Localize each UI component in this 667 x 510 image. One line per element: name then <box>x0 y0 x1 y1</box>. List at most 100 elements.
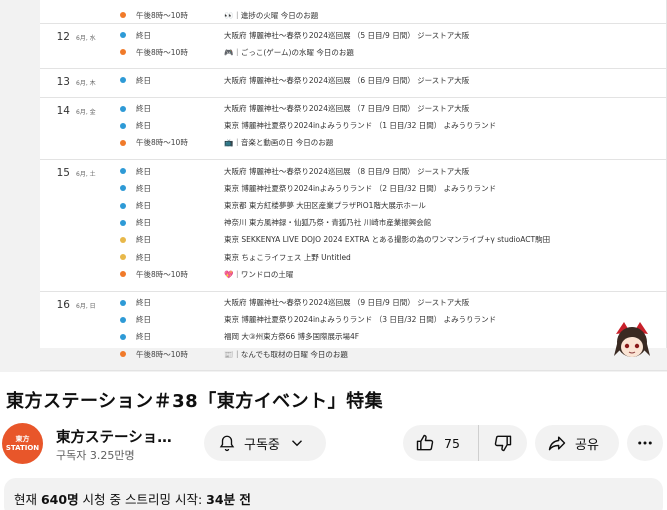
viewers-prefix: 현재 <box>14 492 41 507</box>
calendar-event[interactable]: 午後8時〜10時 👀｜進捗の火曜 今日のお題 <box>120 6 318 24</box>
more-actions-button[interactable] <box>627 425 663 461</box>
calendar-event[interactable]: 午後8時〜10時 💖｜ワンドロの土曜 <box>120 265 293 283</box>
event-color-dot <box>120 299 126 306</box>
event-title: 🎮｜ごっこ(ゲーム)の水曜 今日のお題 <box>224 47 354 57</box>
event-title: 東京 博麗神社夏祭り2024inよみうりランド （2 日目/32 日間） よみう… <box>224 183 497 193</box>
calendar-event[interactable]: 終日 大阪府 博麗神社〜春祭り2024巡回展 （9 日目/9 日間） ジーストア大… <box>120 294 469 312</box>
day-number: 15 <box>56 167 70 180</box>
calendar-event[interactable]: 終日 大阪府 博麗神社〜春祭り2024巡回展 （7 日目/9 日間） ジーストア大… <box>120 100 469 118</box>
event-color-dot <box>120 12 126 18</box>
event-time: 終日 <box>136 218 151 228</box>
stream-started-ago: 34분 전 <box>206 492 251 507</box>
event-time: 終日 <box>136 252 151 262</box>
avatar-line2: STATION <box>5 443 40 452</box>
calendar-event[interactable]: 終日 大阪府 博麗神社〜春祭り2024巡回展 （5 日目/9 日間） ジーストア大… <box>120 26 469 44</box>
day-weekday: 6月, 水 <box>76 35 96 42</box>
subscribed-button[interactable]: 구독중 <box>204 425 326 461</box>
event-time: 終日 <box>136 166 151 176</box>
calendar-event[interactable]: 終日 東京都 東方紅楼夢夢 大田区産業プラザPiO1階大展示ホール <box>120 197 426 215</box>
event-color-dot <box>120 254 126 261</box>
day-number: 14 <box>56 104 70 117</box>
event-title: 💖｜ワンドロの土曜 <box>224 269 294 279</box>
calendar-event[interactable]: 午後8時〜10時 📺｜音楽と動画の日 今日のお題 <box>120 134 333 152</box>
event-title: 東京 SEKKENYA LIVE DOJO 2024 EXTRA とある撮影の為… <box>224 235 551 245</box>
event-time: 終日 <box>136 298 151 308</box>
more-horizontal-icon <box>638 441 652 445</box>
event-time: 終日 <box>136 315 151 325</box>
calendar-event[interactable]: 終日 神奈川 東方風神録・仙狐乃祭・青狐乃社 川崎市産業振興会館 <box>120 214 431 232</box>
event-title: 📰｜なんでも取材の日曜 今日のお題 <box>224 349 348 359</box>
event-color-dot <box>120 333 126 340</box>
calendar-event[interactable]: 終日 東京 博麗神社夏祭り2024inよみうりランド （1 日目/32 日間） よ… <box>120 117 496 135</box>
subscriber-count: 구독자 3.25만명 <box>56 449 135 462</box>
channel-avatar[interactable]: 東方 STATION <box>2 423 43 464</box>
event-color-dot <box>120 271 126 278</box>
event-time: 終日 <box>136 30 151 40</box>
event-time: 終日 <box>136 183 151 193</box>
event-color-dot <box>120 139 126 146</box>
calendar-day: 13 6月, 木 終日 大阪府 博麗神社〜春祭り2024巡回展 （6 日目/9 日間）… <box>40 69 667 98</box>
event-color-dot <box>120 316 126 323</box>
chevron-down-icon <box>291 440 302 447</box>
calendar-event[interactable]: 終日 東京 博麗神社夏祭り2024inよみうりランド （2 日目/32 日間） よ… <box>120 179 496 197</box>
event-title: 👀｜進捗の火曜 今日のお題 <box>224 10 319 20</box>
event-color-dot <box>120 122 126 129</box>
thumbs-down-icon <box>494 435 512 452</box>
event-time: 終日 <box>136 75 151 85</box>
day-weekday: 6月, 日 <box>76 302 96 310</box>
day-number: 13 <box>56 76 70 89</box>
event-time: 午後8時〜10時 <box>136 138 188 148</box>
mascot-character-image <box>614 322 650 357</box>
event-title: 📺｜音楽と動画の日 今日のお題 <box>224 138 334 148</box>
schedule-calendar: 午後8時〜10時 👀｜進捗の火曜 今日のお題 12 6月, 水終日 大阪府 博麗神社〜春… <box>40 0 667 372</box>
calendar-day: 16 6月, 日 終日 大阪府 博麗神社〜春祭り2024巡回展 （9 日目/9 日間）… <box>40 292 667 372</box>
event-title: 大阪府 博麗神社〜春祭り2024巡回展 （7 日目/9 日間） ジーストア大阪 <box>224 104 470 114</box>
event-time: 終日 <box>136 121 151 131</box>
day-weekday: 6月, 金 <box>76 108 96 116</box>
calendar-event[interactable]: 終日 東京 SEKKENYA LIVE DOJO 2024 EXTRA とある撮影… <box>120 231 550 249</box>
like-button[interactable]: 75 <box>403 425 479 461</box>
calendar-event[interactable]: 終日 大阪府 博麗神社〜春祭り2024巡回展 （8 日目/9 日間） ジーストア大… <box>120 162 469 180</box>
calendar-day: 午後8時〜10時 👀｜進捗の火曜 今日のお題 <box>40 0 667 24</box>
day-header: 16 6月, 日 <box>54 299 96 311</box>
day-weekday: 6月, 土 <box>76 171 96 179</box>
calendar-event[interactable]: 午後8時〜10時 🎮｜ごっこ(ゲーム)の水曜 今日のお題 <box>120 43 354 61</box>
calendar-event[interactable]: 終日 大阪府 博麗神社〜春祭り2024巡回展 （6 日目/9 日間） ジーストア大… <box>120 71 469 89</box>
event-title: 大阪府 博麗神社〜春祭り2024巡回展 （8 日目/9 日間） ジーストア大阪 <box>224 166 470 176</box>
event-title: 東京 博麗神社夏祭り2024inよみうりランド （1 日目/32 日間） よみう… <box>224 121 497 131</box>
event-title: 東京 博麗神社夏祭り2024inよみうりランド （3 日目/32 日間） よみう… <box>224 315 497 325</box>
description-box[interactable]: 현재 640명 시청 중 스트리밍 시작: 34분 전 <box>4 478 663 510</box>
calendar-event[interactable]: 終日 東京 博麗神社夏祭り2024inよみうりランド （3 日目/32 日間） よ… <box>120 311 496 329</box>
event-time: 午後8時〜10時 <box>136 349 188 359</box>
calendar-event[interactable]: 午後8時〜10時 📰｜なんでも取材の日曜 今日のお題 <box>120 345 348 363</box>
event-color-dot <box>120 77 126 84</box>
subscribed-label: 구독중 <box>244 437 280 453</box>
calendar-day: 15 6月, 土終日 大阪府 博麗神社〜春祭り2024巡回展 （8 日目/9 日間）… <box>40 160 667 292</box>
event-color-dot <box>120 185 126 192</box>
calendar-event[interactable]: 終日 東京 ちょこライフェス 上野 Untitled <box>120 248 351 266</box>
viewers-count: 640명 <box>40 492 79 507</box>
event-color-dot <box>120 168 126 175</box>
channel-name[interactable]: 東方ステーショ… <box>56 426 172 447</box>
calendar-day: 14 6月, 金終日 大阪府 博麗神社〜春祭り2024巡回展 （7 日目/9 日間）… <box>40 98 667 161</box>
calendar-event[interactable]: 終日 福岡 大③州東方祭66 博多国際展示場4F <box>120 328 359 346</box>
share-button[interactable]: 공유 <box>535 425 619 461</box>
event-color-dot <box>120 202 126 209</box>
event-title: 大阪府 博麗神社〜春祭り2024巡回展 （5 日目/9 日間） ジーストア大阪 <box>224 30 470 40</box>
avatar-line1: 東方 <box>15 434 30 443</box>
event-title: 福岡 大③州東方祭66 博多国際展示場4F <box>224 332 360 342</box>
event-time: 午後8時〜10時 <box>136 10 188 20</box>
day-weekday: 6月, 木 <box>76 80 96 88</box>
event-time: 午後8時〜10時 <box>136 47 188 57</box>
event-color-dot <box>120 351 126 358</box>
video-title: 東方ステーション＃38「東方イベント」特集 <box>6 391 384 412</box>
like-dislike-group: 75 <box>403 425 527 461</box>
event-time: 終日 <box>136 235 151 245</box>
event-title: 東京 ちょこライフェス 上野 Untitled <box>224 252 351 262</box>
event-time: 終日 <box>136 201 151 211</box>
dislike-button[interactable] <box>479 425 527 461</box>
event-time: 午後8時〜10時 <box>136 269 188 279</box>
video-player[interactable]: 午後8時〜10時 👀｜進捗の火曜 今日のお題 12 6月, 水終日 大阪府 博麗神社〜春… <box>0 0 667 372</box>
bell-icon <box>219 435 235 452</box>
day-number: 16 <box>56 298 70 311</box>
